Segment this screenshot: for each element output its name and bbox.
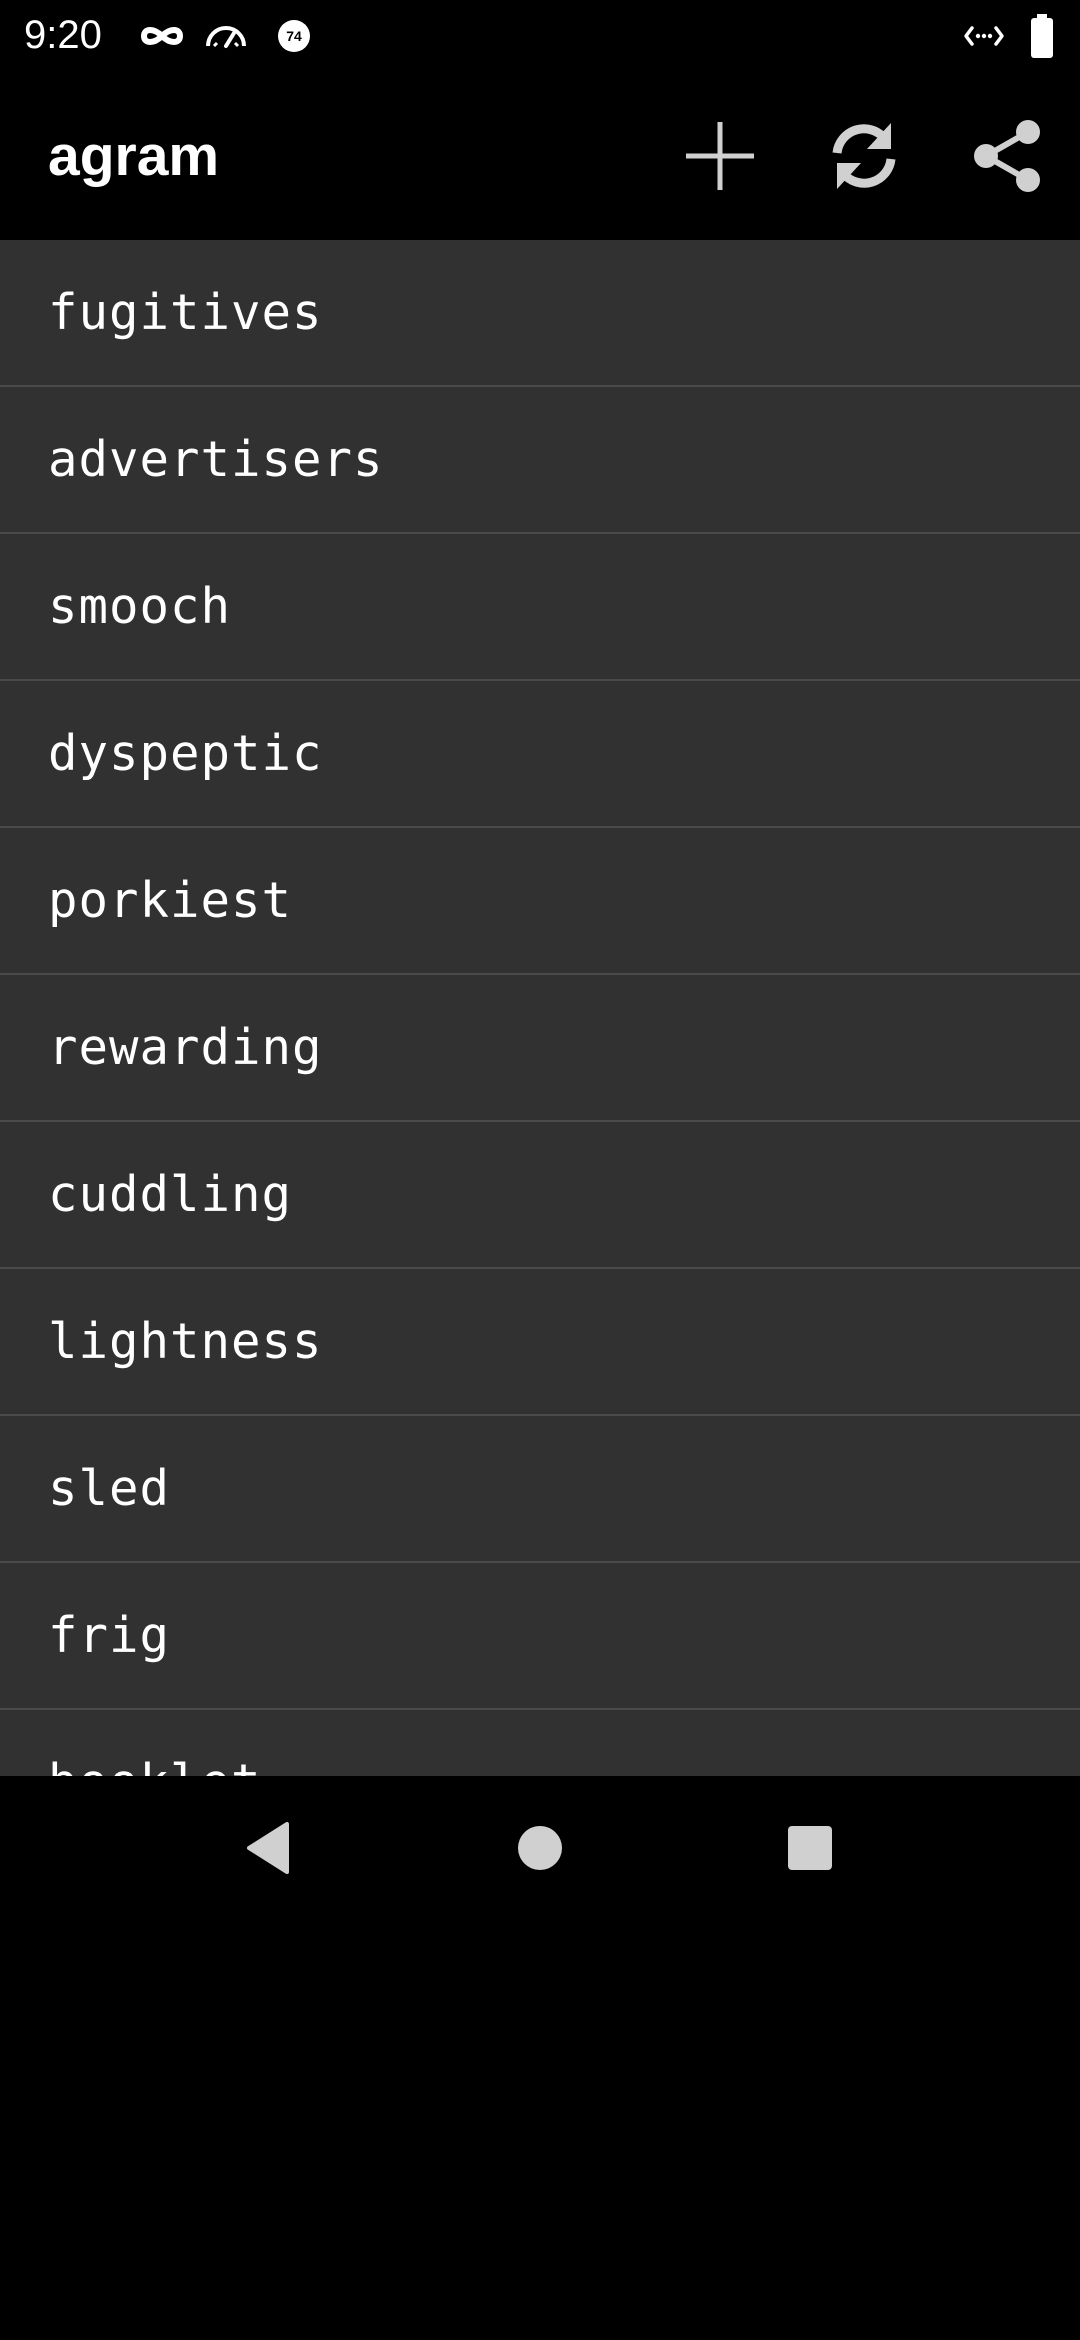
list-item[interactable]: fugitives xyxy=(0,240,1080,387)
app-bar: agram xyxy=(0,72,1080,240)
word-text: sled xyxy=(48,1460,171,1517)
incognito-icon xyxy=(140,16,184,56)
list-item[interactable]: lightness xyxy=(0,1269,1080,1416)
list-item[interactable]: frig xyxy=(0,1563,1080,1710)
app-title: agram xyxy=(48,124,220,188)
word-text: rewarding xyxy=(48,1019,323,1076)
list-item[interactable]: sled xyxy=(0,1416,1080,1563)
back-button[interactable] xyxy=(218,1798,318,1898)
add-button[interactable] xyxy=(672,108,768,204)
word-text: cuddling xyxy=(48,1166,293,1223)
share-button[interactable] xyxy=(960,108,1056,204)
navigation-bar xyxy=(0,1776,1080,1920)
word-text: frig xyxy=(48,1607,171,1664)
add-icon xyxy=(686,122,754,190)
share-icon xyxy=(974,120,1040,192)
notification-count-icon: 74 xyxy=(274,16,318,56)
back-icon xyxy=(247,1822,289,1874)
recents-icon xyxy=(788,1826,832,1870)
speedometer-icon xyxy=(204,16,248,56)
home-icon xyxy=(518,1826,562,1870)
list-item[interactable]: rewarding xyxy=(0,975,1080,1122)
list-item[interactable]: smooch xyxy=(0,534,1080,681)
word-text: porkiest xyxy=(48,872,293,929)
data-transfer-icon xyxy=(962,16,1006,56)
home-button[interactable] xyxy=(490,1798,590,1898)
list-item[interactable]: porkiest xyxy=(0,828,1080,975)
word-text: fugitives xyxy=(48,284,323,341)
word-text: lightness xyxy=(48,1313,323,1370)
list-item[interactable]: cuddling xyxy=(0,1122,1080,1269)
list-item[interactable]: dyspeptic xyxy=(0,681,1080,828)
svg-text:74: 74 xyxy=(286,28,302,44)
status-time: 9:20 xyxy=(24,13,102,57)
refresh-button[interactable] xyxy=(816,108,912,204)
refresh-icon xyxy=(832,123,896,189)
word-text: dyspeptic xyxy=(48,725,323,782)
word-text: advertisers xyxy=(48,431,384,488)
status-bar: 9:20 74 xyxy=(0,0,1080,72)
recents-button[interactable] xyxy=(760,1798,860,1898)
battery-icon xyxy=(1022,14,1062,58)
word-text: booklet xyxy=(48,1754,262,1776)
word-list[interactable]: fugitives advertisers smooch dyspeptic p… xyxy=(0,240,1080,1776)
list-item[interactable]: advertisers xyxy=(0,387,1080,534)
word-text: smooch xyxy=(48,578,232,635)
list-item[interactable]: booklet xyxy=(0,1710,1080,1776)
